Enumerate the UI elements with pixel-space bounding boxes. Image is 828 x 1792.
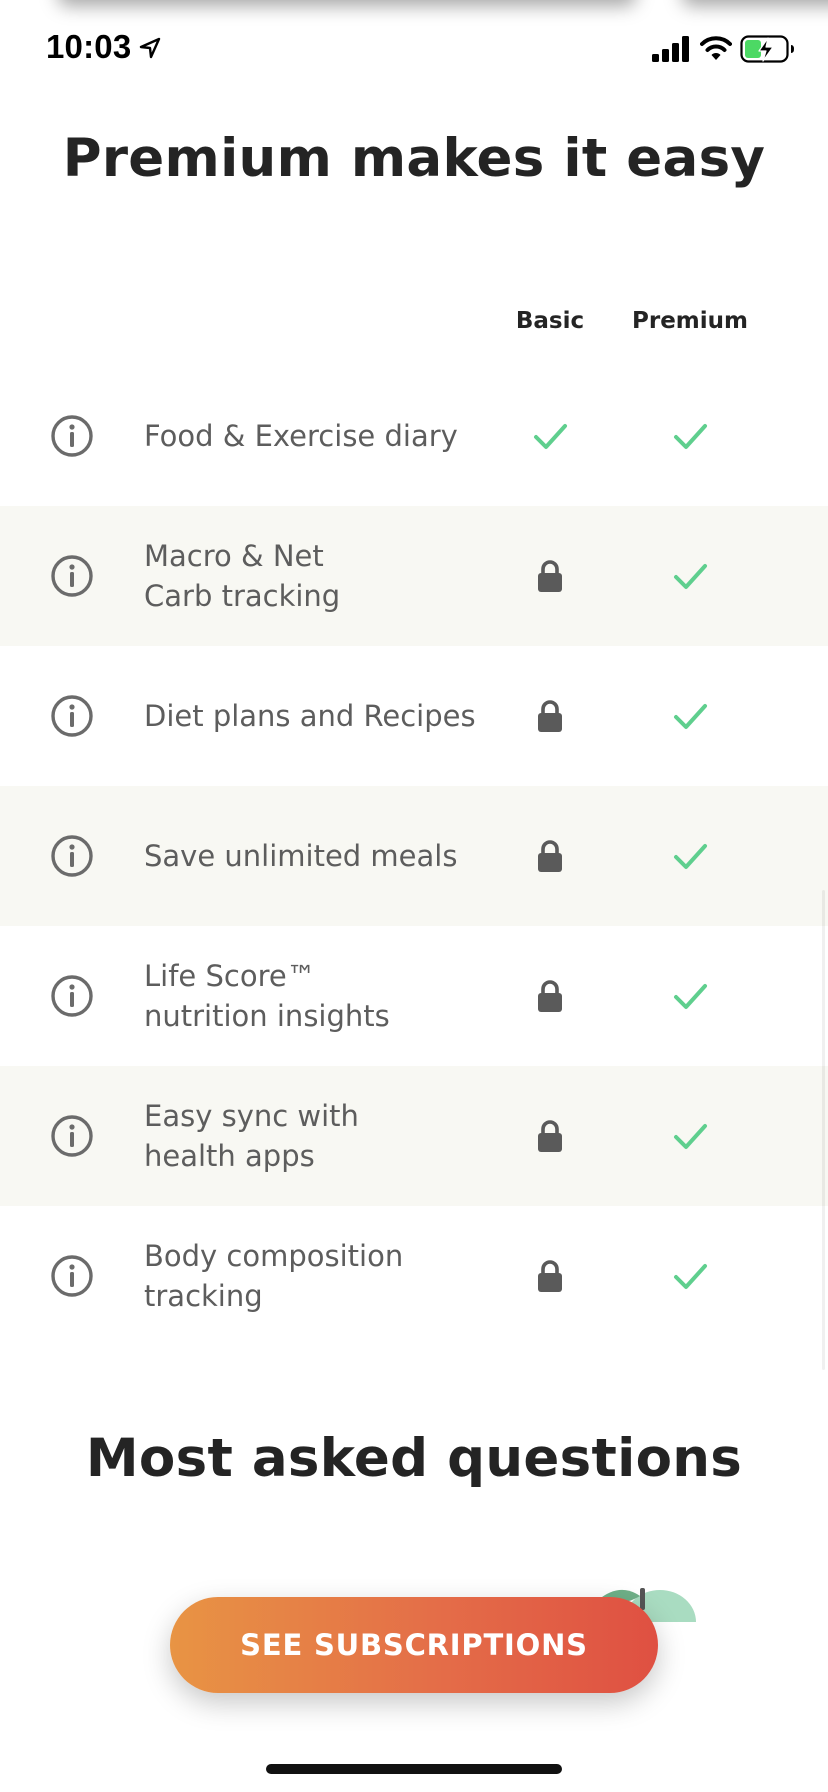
info-circle-icon[interactable] — [50, 834, 94, 878]
location-arrow-icon — [139, 37, 161, 59]
lock-icon — [538, 700, 562, 732]
lock-icon — [538, 1260, 562, 1292]
feature-row: Easy sync with health apps — [0, 1066, 828, 1206]
feature-row: Body composition tracking — [0, 1206, 828, 1346]
lock-icon — [538, 840, 562, 872]
checkmark-icon — [674, 1264, 707, 1289]
feature-label: Food & Exercise diary — [144, 419, 458, 453]
home-indicator[interactable] — [266, 1764, 562, 1774]
checkmark-icon — [674, 424, 707, 449]
faq-section-title: Most asked questions — [85, 1428, 743, 1489]
checkmark-icon — [534, 424, 567, 449]
checkmark-icon — [674, 984, 707, 1009]
scroll-indicator[interactable] — [822, 890, 825, 1370]
feature-comparison-list: Food & Exercise diary Macro & Net Carb t… — [0, 366, 828, 1346]
column-header-basic: Basic — [515, 308, 585, 334]
lock-icon — [538, 980, 562, 1012]
wifi-icon — [700, 36, 732, 60]
checkmark-icon — [674, 1124, 707, 1149]
feature-row: Diet plans and Recipes — [0, 646, 828, 786]
lock-icon — [538, 560, 562, 592]
page-title: Premium makes it easy — [62, 128, 766, 189]
checkmark-icon — [674, 844, 707, 869]
feature-row: Macro & Net Carb tracking — [0, 506, 828, 646]
checkmark-icon — [674, 704, 707, 729]
info-circle-icon[interactable] — [50, 694, 94, 738]
feature-label: Save unlimited meals — [144, 839, 458, 873]
feature-label: Life Score™ nutrition insights — [144, 959, 390, 1033]
feature-label: Easy sync with health apps — [144, 1099, 359, 1173]
feature-row: Life Score™ nutrition insights — [0, 926, 828, 1066]
status-bar: 10:03 — [0, 0, 828, 100]
info-circle-icon[interactable] — [50, 974, 94, 1018]
see-subscriptions-button[interactable]: SEE SUBSCRIPTIONS — [170, 1597, 658, 1693]
status-time: 10:03 — [46, 28, 132, 65]
info-circle-icon[interactable] — [50, 1114, 94, 1158]
checkmark-icon — [674, 564, 707, 589]
info-circle-icon[interactable] — [50, 554, 94, 598]
cellular-signal-icon — [652, 36, 689, 62]
feature-label: Diet plans and Recipes — [144, 699, 476, 733]
feature-label: Body composition tracking — [144, 1239, 404, 1313]
feature-label: Macro & Net Carb tracking — [144, 539, 341, 613]
lock-icon — [538, 1120, 562, 1152]
info-circle-icon[interactable] — [50, 414, 94, 458]
battery-charging-icon — [740, 35, 794, 63]
column-header-premium: Premium — [632, 308, 748, 334]
info-circle-icon[interactable] — [50, 1254, 94, 1298]
feature-row: Save unlimited meals — [0, 786, 828, 926]
feature-row: Food & Exercise diary — [0, 366, 828, 506]
